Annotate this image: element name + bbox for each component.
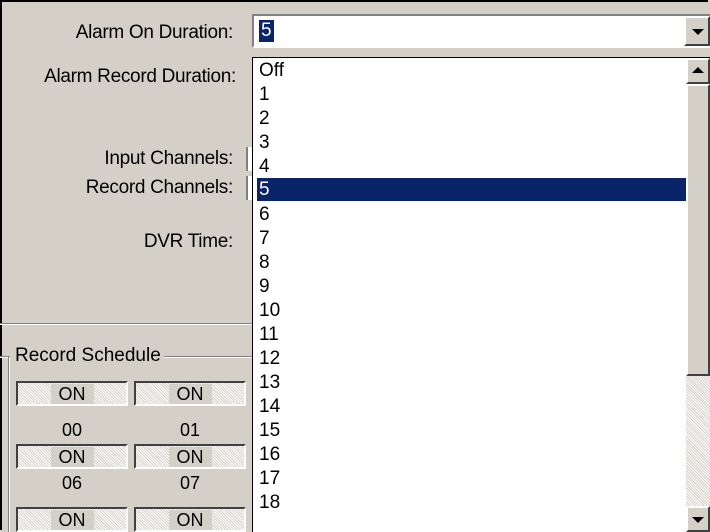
chevron-up-icon [692,67,704,73]
schedule-hour-07-button[interactable]: ON [134,444,246,469]
list-item[interactable]: 1 [257,83,687,106]
selected-value: 5 [259,20,274,42]
schedule-hour-13-button[interactable]: ON [134,507,246,532]
dropdown-button[interactable] [684,16,710,46]
schedule-hour-01-button[interactable]: ON [134,381,246,406]
input-channels-label: Input Channels: [104,148,233,169]
list-item[interactable]: 9 [257,275,687,298]
list-item[interactable]: 4 [257,155,687,178]
list-item[interactable]: 2 [257,107,687,130]
alarm-on-duration-select[interactable]: 5 [252,14,710,48]
chevron-down-icon [692,29,704,35]
hour-label: 01 [179,420,201,440]
scroll-up-button[interactable] [686,58,710,84]
list-item[interactable]: 10 [257,299,687,322]
alarm-on-duration-label: Alarm On Duration: [75,22,234,43]
list-item[interactable]: 7 [257,227,687,250]
hour-label: 07 [179,473,201,493]
list-item[interactable]: Off [257,59,687,82]
group-border [8,357,10,532]
list-item-selected[interactable]: 5 [257,178,687,201]
schedule-hour-06-button[interactable]: ON [16,444,128,469]
list-item[interactable]: 11 [257,323,687,346]
list-item[interactable]: 8 [257,251,687,274]
record-schedule-title: Record Schedule [12,345,164,367]
scroll-thumb[interactable] [686,84,710,376]
dvr-time-label: DVR Time: [143,231,233,252]
schedule-hour-00-button[interactable]: ON [16,381,128,406]
chevron-down-icon [692,517,704,523]
list-item[interactable]: 18 [257,491,687,514]
group-border [160,356,252,358]
list-item[interactable]: 16 [257,443,687,466]
record-channels-label: Record Channels: [85,177,234,198]
list-scrollbar[interactable] [686,58,710,532]
list-item[interactable]: 17 [257,467,687,490]
list-item[interactable]: 6 [257,203,687,226]
alarm-record-duration-label: Alarm Record Duration: [44,66,236,87]
list-item[interactable]: 13 [257,371,687,394]
schedule-hour-12-button[interactable]: ON [16,507,128,532]
list-item[interactable]: 15 [257,419,687,442]
list-item[interactable]: 12 [257,347,687,370]
duration-options-list[interactable]: Off 1 2 3 4 5 6 7 8 9 10 11 12 13 14 15 … [252,57,710,532]
list-item[interactable]: 3 [257,131,687,154]
list-item[interactable]: 14 [257,395,687,418]
scroll-down-button[interactable] [686,506,710,532]
hour-label: 00 [61,420,83,440]
section-divider [0,323,252,325]
hour-label: 06 [61,473,83,493]
